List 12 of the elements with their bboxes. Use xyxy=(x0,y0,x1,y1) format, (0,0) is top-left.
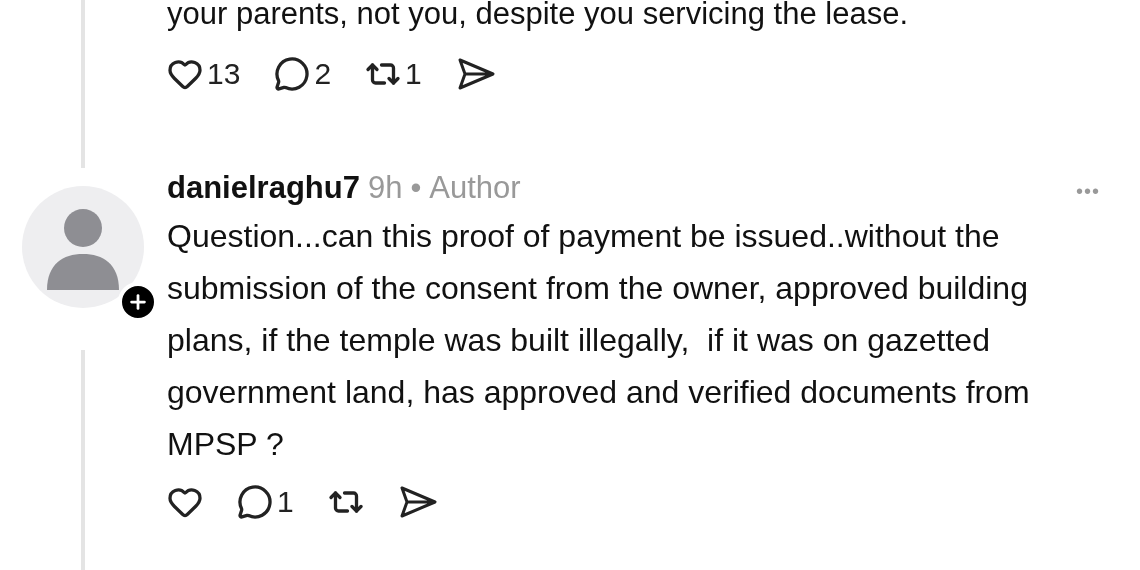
post-time: 9h xyxy=(367,169,403,207)
author-label: Author xyxy=(429,169,521,207)
like-button[interactable]: 13 xyxy=(167,56,241,92)
comment-icon xyxy=(237,484,273,520)
separator-dot: • xyxy=(410,169,422,207)
reply-button[interactable]: 2 xyxy=(274,56,332,92)
repost-button[interactable]: 1 xyxy=(365,56,422,92)
reply-text: Question...can this proof of payment be issued..without the submission of the consent from the owner, approved building plans, if the temple was built illegally, if it was on gazetted government land, has approved and verified documents from MPSP ? xyxy=(167,217,1031,464)
post-text: your parents, not you, despite you servicing the lease. xyxy=(167,0,909,32)
reply-button[interactable]: 1 xyxy=(237,484,294,520)
comment-icon xyxy=(274,56,311,92)
username[interactable]: danielraghu7 xyxy=(167,168,360,208)
